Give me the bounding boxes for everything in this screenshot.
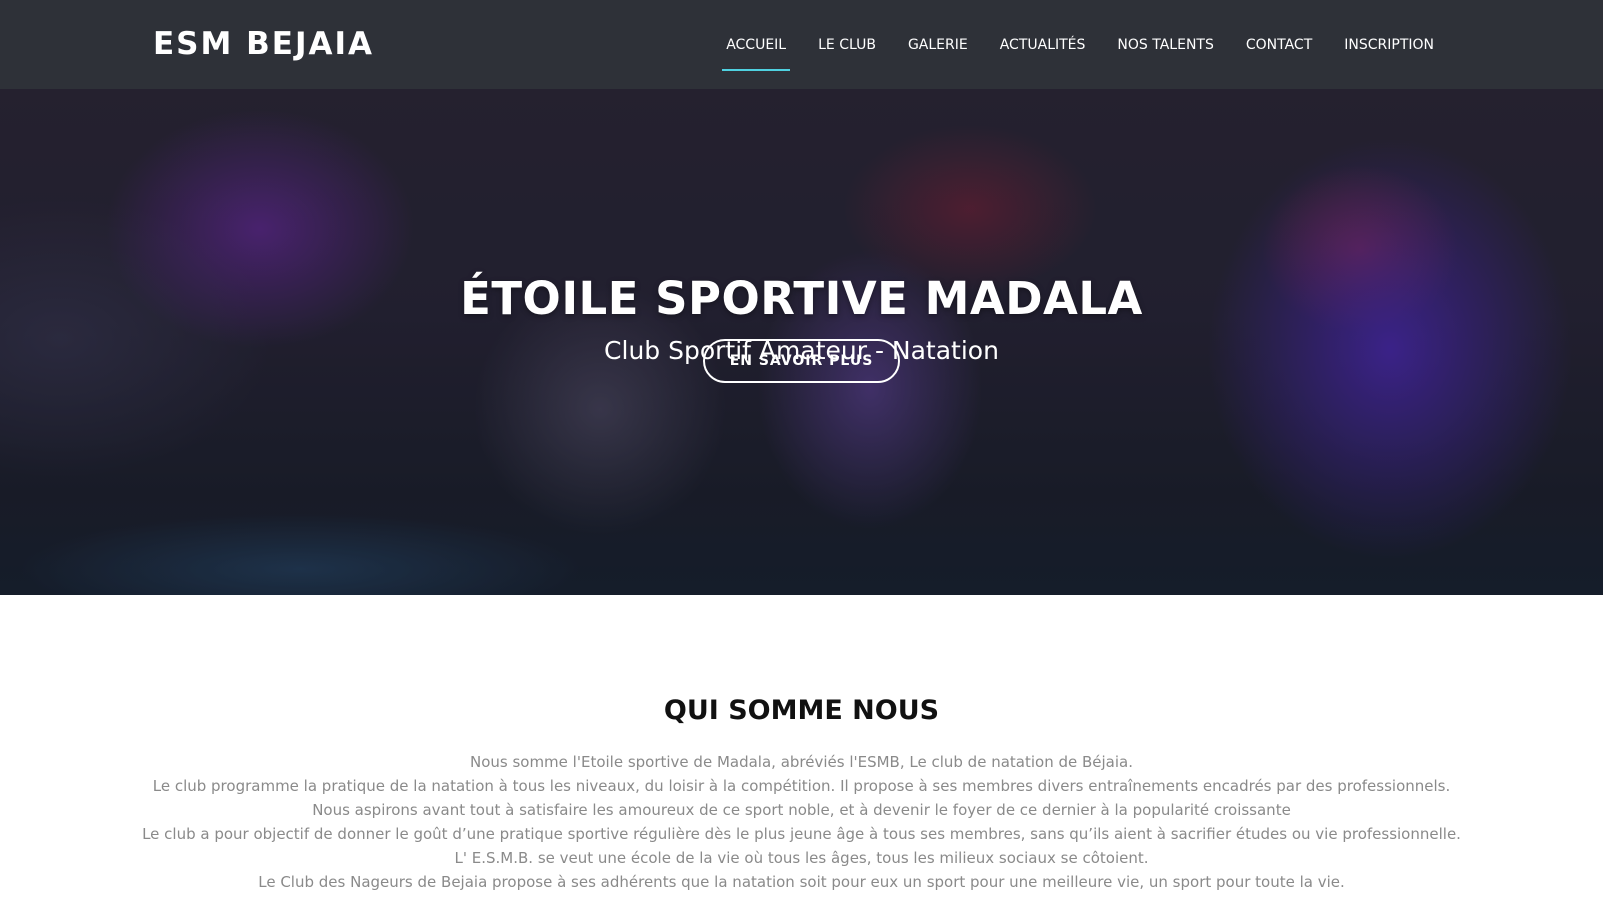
about-paragraph-line: Le club a pour objectif de donner le goû… [142,825,1461,843]
nav-item-actualites[interactable]: ACTUALITÉS [984,35,1102,55]
about-section-title: QUI SOMME NOUS [663,695,940,726]
nav-item-contact[interactable]: CONTACT [1230,35,1328,55]
site-logo[interactable]: ESM BEJAIA [153,24,374,64]
main-nav: ACCUEIL LE CLUB GALERIE ACTUALITÉS NOS T… [710,0,1450,89]
hero-title: ÉTOILE SPORTIVE MADALA [460,272,1143,325]
nav-item-le-club[interactable]: LE CLUB [802,35,892,55]
top-navbar: ESM BEJAIA ACCUEIL LE CLUB GALERIE ACTUA… [0,0,1603,89]
nav-item-nos-talents[interactable]: NOS TALENTS [1101,35,1229,55]
nav-item-accueil[interactable]: ACCUEIL [710,35,802,71]
about-paragraph-line: L' E.S.M.B. se veut une école de la vie … [454,849,1149,867]
nav-item-inscription[interactable]: INSCRIPTION [1328,35,1450,55]
about-paragraph-line: Nous aspirons avant tout à satisfaire le… [312,801,1291,819]
about-paragraph-line: Le club programme la pratique de la nata… [152,777,1451,795]
about-section-text: Nous somme l'Etoile sportive de Madala, … [0,750,1603,894]
learn-more-button[interactable]: EN SAVOIR PLUS [703,339,900,383]
about-paragraph-line: Le Club des Nageurs de Bejaia propose à … [258,873,1345,891]
about-paragraph-line: Nous somme l'Etoile sportive de Madala, … [469,753,1134,771]
nav-item-galerie[interactable]: GALERIE [892,35,984,55]
